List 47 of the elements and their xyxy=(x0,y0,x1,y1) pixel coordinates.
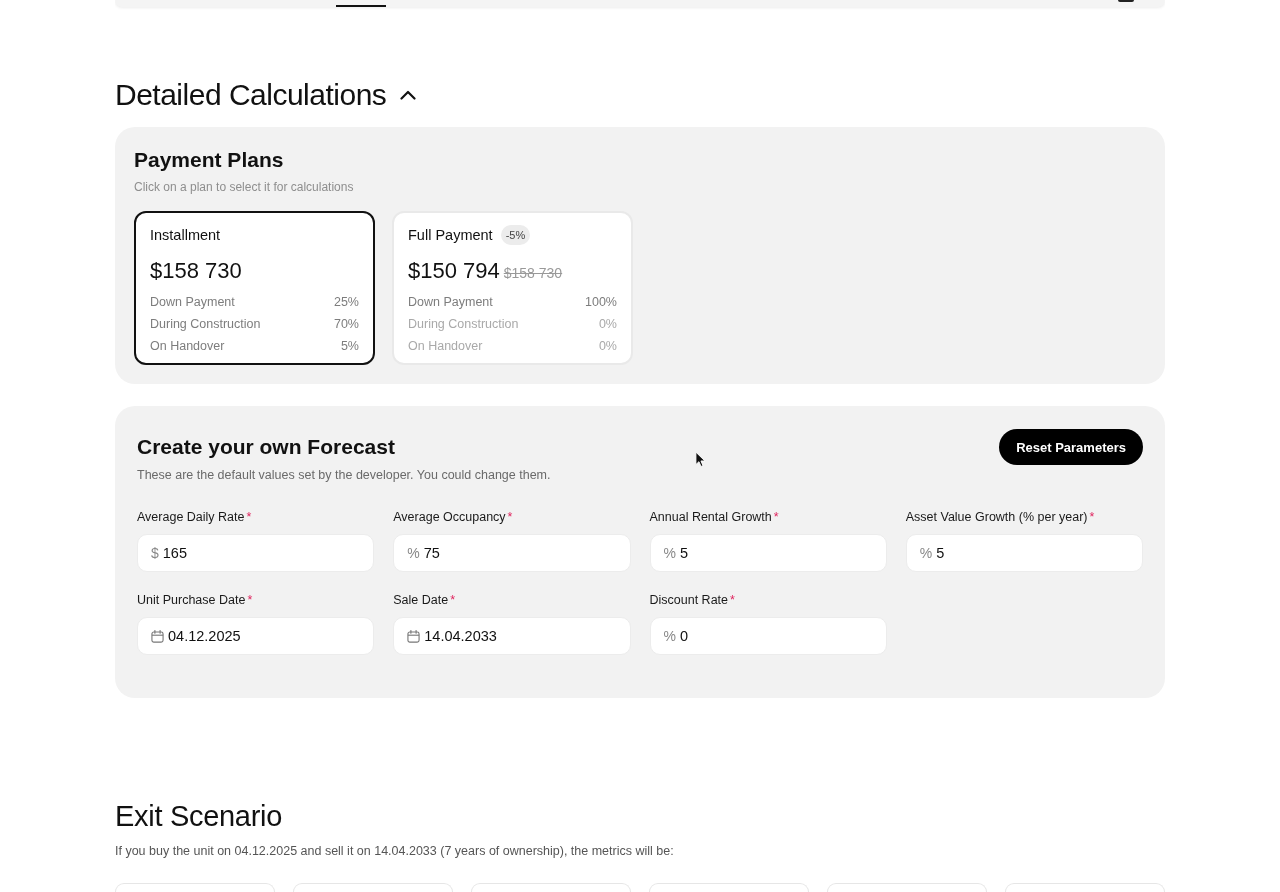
row-label: On Handover xyxy=(150,338,225,355)
panel-subtitle: Click on a plan to select it for calculations xyxy=(134,179,354,195)
section-title: Exit Scenario xyxy=(115,799,282,833)
calendar-icon xyxy=(151,629,164,643)
field-label: Discount Rate * xyxy=(649,592,735,609)
mouse-cursor-icon xyxy=(695,451,706,468)
tab-indicator xyxy=(336,5,386,7)
section-subtitle: If you buy the unit on 04.12.2025 and sell it on 14.04.2033 (7 years of ownership), the metrics will be: xyxy=(115,843,674,860)
panel-subtitle: These are the default values set by the developer. You could change them. xyxy=(137,467,551,484)
field-label: Average Occupancy * xyxy=(393,509,513,526)
plan-price: $158 730 xyxy=(150,257,242,285)
input-field[interactable]: % 5 xyxy=(649,534,887,572)
row-label: Down Payment xyxy=(150,294,235,311)
plan-price: $150 794 xyxy=(408,257,500,285)
input-field[interactable]: % 0 xyxy=(649,617,887,655)
input-field[interactable]: % 75 xyxy=(393,534,631,572)
row-value: 0% xyxy=(598,338,617,355)
input-field[interactable]: 04.12.2025 xyxy=(137,617,375,655)
section-title: Detailed Calculations xyxy=(115,77,387,113)
old-price: $158 730 xyxy=(503,265,563,281)
panel-title: Create your own Forecast xyxy=(137,434,395,460)
row-value: 100% xyxy=(585,294,617,311)
row-label: During Construction xyxy=(150,316,261,333)
input-field[interactable]: % 5 xyxy=(905,534,1143,572)
discount-badge: -5% xyxy=(500,225,531,245)
row-value: 25% xyxy=(333,294,359,311)
row-label: Down Payment xyxy=(408,294,493,311)
plan-card[interactable]: Full Payment -5% $150 794 $158 730 Down Payment 100% During Construction 0% On Handover 0% xyxy=(392,211,633,365)
row-label: During Construction xyxy=(408,316,519,333)
plan-name: Installment xyxy=(150,226,221,245)
field-label: Annual Rental Growth * xyxy=(649,509,779,526)
chevron-up-icon[interactable] xyxy=(400,90,417,100)
panel-title: Payment Plans xyxy=(134,147,284,173)
input-field[interactable]: $ 165 xyxy=(137,534,375,572)
field-label: Unit Purchase Date * xyxy=(137,592,253,609)
plan-name: Full Payment xyxy=(408,226,493,245)
field-label: Average Daily Rate * xyxy=(137,509,252,526)
plan-card[interactable]: Installment $158 730 Down Payment 25% During Construction 70% On Handover 5% xyxy=(134,211,375,365)
row-value: 70% xyxy=(333,316,359,333)
row-label: On Handover xyxy=(408,338,483,355)
input-field[interactable]: 14.04.2033 xyxy=(393,617,631,655)
field-label: Sale Date * xyxy=(393,592,456,609)
field-label: Asset Value Growth (% per year) * xyxy=(905,509,1095,526)
calendar-icon xyxy=(407,629,421,643)
row-value: 5% xyxy=(340,338,359,355)
row-value: 0% xyxy=(598,316,617,333)
reset-parameters-button[interactable]: Reset Parameters xyxy=(999,429,1143,465)
